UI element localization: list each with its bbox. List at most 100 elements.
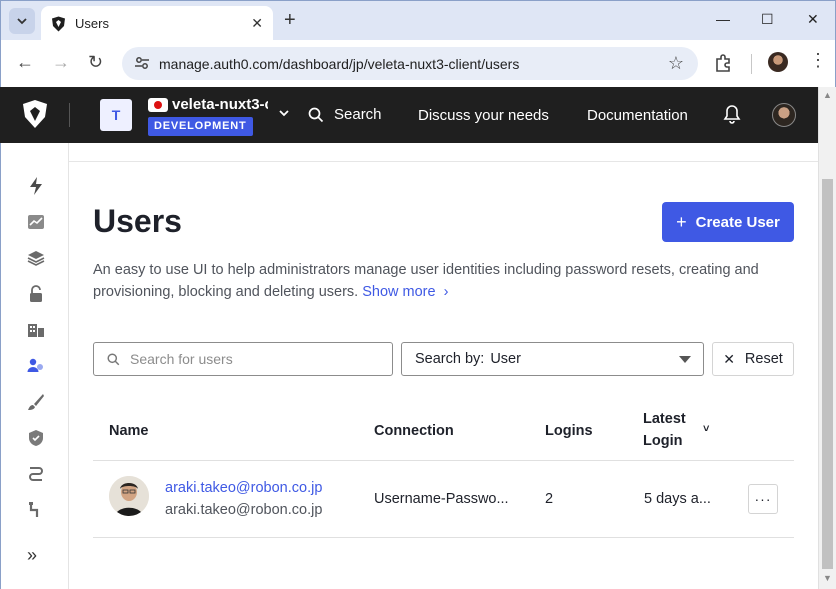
header-search-label: Search xyxy=(334,106,382,123)
toolbar-divider xyxy=(751,54,752,74)
more-horizontal-icon: ··· xyxy=(754,491,772,507)
user-photo xyxy=(109,476,149,516)
column-header-logins[interactable]: Logins xyxy=(545,423,593,439)
bookmark-star-icon[interactable]: ☆ xyxy=(668,53,684,74)
close-tab-icon[interactable]: ✕ xyxy=(251,15,263,32)
environment-badge: DEVELOPMENT xyxy=(148,117,253,136)
trending-chart-icon xyxy=(28,215,44,229)
create-user-label: Create User xyxy=(695,213,780,231)
layers-icon xyxy=(27,251,45,266)
show-more-link[interactable]: Show more › xyxy=(362,284,448,300)
column-header-latest-login-line2[interactable]: Login xyxy=(643,433,682,449)
sort-chevron-down-icon[interactable]: ˅ xyxy=(703,423,709,435)
sidebar-item-security[interactable] xyxy=(26,428,46,448)
search-by-select[interactable]: Search by: User xyxy=(401,342,704,376)
close-icon: ✕ xyxy=(723,350,735,367)
caret-down-icon xyxy=(679,356,691,363)
expand-sidebar-icon[interactable]: » xyxy=(27,545,37,566)
scroll-up-icon[interactable]: ▲ xyxy=(823,90,832,100)
tab-search-button[interactable] xyxy=(9,8,35,34)
back-arrow-icon[interactable]: ← xyxy=(16,53,34,71)
url-text: manage.auth0.com/dashboard/jp/veleta-nux… xyxy=(159,55,520,72)
column-header-latest-login-line1[interactable]: Latest xyxy=(643,411,686,427)
sidebar-item-applications[interactable] xyxy=(26,248,46,268)
sidebar-item-extensions[interactable] xyxy=(26,500,46,520)
user-logins: 2 xyxy=(545,491,554,507)
shield-check-icon xyxy=(29,430,43,446)
tab-title: Users xyxy=(75,16,109,31)
search-by-value: User xyxy=(490,351,521,367)
auth0-logo-icon[interactable] xyxy=(22,99,48,129)
app-header: T veleta-nuxt3-client DEVELOPMENT Search… xyxy=(0,87,818,143)
bell-icon[interactable] xyxy=(723,104,741,124)
japan-flag-icon xyxy=(148,98,168,112)
browser-tab-users[interactable]: Users ✕ xyxy=(41,6,273,41)
auth0-shield-icon xyxy=(52,16,65,31)
discuss-needs-link[interactable]: Discuss your needs xyxy=(418,107,549,124)
page-description: An easy to use UI to help administrators… xyxy=(93,259,793,303)
create-user-button[interactable]: + Create User xyxy=(662,202,794,242)
sidebar-item-branding[interactable] xyxy=(26,392,46,412)
user-profile-avatar[interactable] xyxy=(772,103,796,127)
scroll-thumb[interactable] xyxy=(822,179,833,569)
scroll-down-icon[interactable]: ▼ xyxy=(823,573,832,583)
users-icon xyxy=(27,358,43,372)
address-bar[interactable]: manage.auth0.com/dashboard/jp/veleta-nux… xyxy=(122,47,698,80)
new-tab-icon[interactable]: + xyxy=(284,10,296,30)
sidebar: » xyxy=(0,143,69,589)
chevron-right-icon: › xyxy=(443,284,449,300)
tenant-chevron-down-icon[interactable] xyxy=(278,107,290,119)
lightning-icon xyxy=(30,177,42,195)
window-close-icon[interactable]: ✕ xyxy=(807,11,819,28)
search-by-label: Search by: xyxy=(415,351,485,367)
browser-profile-avatar[interactable] xyxy=(768,52,788,72)
user-avatar xyxy=(109,476,149,516)
lock-icon xyxy=(30,285,42,302)
extensions-puzzle-icon[interactable] xyxy=(714,53,734,73)
table-row-divider xyxy=(93,537,794,538)
search-users-field[interactable] xyxy=(93,342,393,376)
row-actions-button[interactable]: ··· xyxy=(748,484,778,514)
column-header-name[interactable]: Name xyxy=(109,423,149,439)
forward-arrow-icon[interactable]: → xyxy=(52,53,70,71)
site-settings-icon[interactable] xyxy=(134,55,150,71)
user-connection: Username-Passwo... xyxy=(374,491,509,507)
reset-button[interactable]: ✕ Reset xyxy=(712,342,794,376)
chevron-down-icon xyxy=(17,18,27,25)
minimize-icon[interactable]: — xyxy=(716,11,730,27)
user-latest-login: 5 days a... xyxy=(644,491,711,507)
search-icon xyxy=(308,107,324,122)
sidebar-item-authentication[interactable] xyxy=(26,284,46,304)
user-name-link[interactable]: araki.takeo@robon.co.jp xyxy=(165,480,322,496)
sidebar-item-organizations[interactable] xyxy=(26,320,46,340)
maximize-icon[interactable]: ☐ xyxy=(761,11,774,28)
content-divider xyxy=(69,161,818,162)
organization-icon xyxy=(28,324,44,337)
page-title: Users xyxy=(93,203,182,239)
reset-label: Reset xyxy=(744,351,783,367)
search-users-input[interactable] xyxy=(130,351,380,367)
browser-menu-icon[interactable]: ⋮ xyxy=(809,51,827,69)
column-header-connection[interactable]: Connection xyxy=(374,423,454,439)
tenant-name[interactable]: veleta-nuxt3-client xyxy=(172,96,268,113)
reload-icon[interactable]: ↻ xyxy=(88,53,103,71)
sidebar-item-actions[interactable] xyxy=(26,464,46,484)
plus-icon: + xyxy=(676,211,687,232)
sidebar-item-user-management[interactable] xyxy=(26,356,46,376)
sidebar-item-activity[interactable] xyxy=(26,212,46,232)
brush-icon xyxy=(28,394,44,410)
main-content: Users + Create User An easy to use UI to… xyxy=(69,143,818,589)
table-header-divider xyxy=(93,460,794,461)
browser-toolbar: ← → ↻ manage.auth0.com/dashboard/jp/vele… xyxy=(0,40,836,87)
tenant-avatar[interactable]: T xyxy=(100,99,132,131)
search-icon xyxy=(107,352,120,365)
header-search-button[interactable]: Search xyxy=(308,106,382,123)
pipeline-icon xyxy=(29,467,43,481)
sidebar-item-getting-started[interactable] xyxy=(26,176,46,196)
page-scrollbar[interactable]: ▲ ▼ xyxy=(818,87,836,589)
header-divider xyxy=(69,103,70,127)
extension-icon xyxy=(29,502,39,517)
browser-tabstrip: Users ✕ + — ☐ ✕ xyxy=(0,0,836,41)
documentation-link[interactable]: Documentation xyxy=(587,107,688,124)
show-more-label: Show more xyxy=(362,284,436,300)
